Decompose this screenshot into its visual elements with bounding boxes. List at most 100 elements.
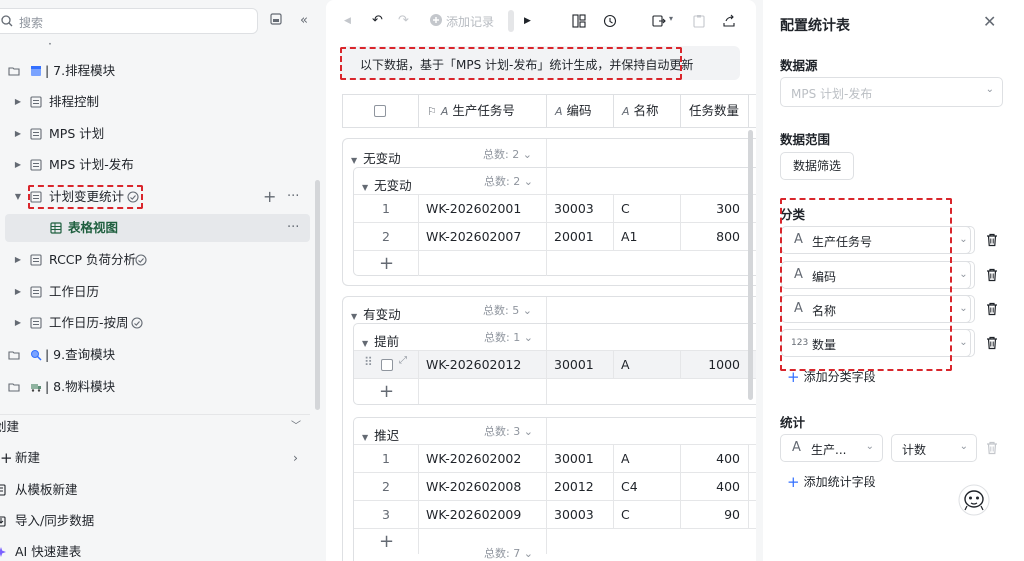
group-field-dropdown[interactable]: ⌄ [953, 329, 975, 357]
subgroup-count[interactable]: 总数: 3 ⌄ [484, 423, 533, 439]
subgroup-title[interactable]: ▼ 无变动 [362, 175, 412, 194]
more-icon[interactable]: ··· [287, 214, 299, 242]
subgroup-count[interactable]: 总数: 1 ⌄ [484, 329, 533, 345]
cell-code[interactable]: 20012 [554, 473, 613, 500]
field-config-icon[interactable] [572, 14, 586, 28]
add-row[interactable]: + [354, 528, 756, 554]
caret-right-icon[interactable]: ▶ [13, 246, 23, 274]
cell-name[interactable]: A [621, 445, 680, 472]
cell-code[interactable]: 20001 [554, 223, 613, 250]
chevron-down-icon[interactable]: ▾ [669, 14, 673, 23]
group-title[interactable]: ▼ 有变动 [351, 304, 401, 323]
drag-handle-icon[interactable]: ⠿ [364, 355, 373, 369]
trash-icon[interactable] [985, 268, 999, 282]
column-header-quantity[interactable]: 任务数量 [681, 95, 749, 127]
tree-item-work-calendar-weekly[interactable]: ▶ 工作日历-按周 [0, 309, 310, 337]
caret-right-icon[interactable]: ▶ [13, 309, 23, 337]
table-row[interactable]: 1 WK-202602001 30003 C 300 [354, 194, 756, 222]
redo-icon[interactable]: ↷ [398, 12, 409, 30]
group-count[interactable]: 总数: 2 ⌄ [483, 146, 532, 162]
stat-method-select[interactable]: 计数 ⌄ [891, 434, 977, 462]
search-input[interactable]: 搜索 [0, 8, 258, 34]
group-field-dropdown[interactable]: ⌄ [953, 261, 975, 289]
caret-down-icon[interactable]: ▼ [13, 183, 23, 211]
nav-back-icon[interactable]: ◀ [344, 12, 351, 30]
tree-item-schedule-control[interactable]: ▶ 排程控制 [0, 88, 310, 116]
assistant-bot-icon[interactable] [958, 484, 990, 516]
expand-row-icon[interactable]: ⤢ [399, 355, 407, 366]
group-title[interactable]: ▼ 无变动 [351, 148, 401, 167]
table-row[interactable]: 2 WK-202602007 20001 A1 800 [354, 222, 756, 250]
subgroup-title[interactable]: ▼ 推迟 [362, 425, 399, 444]
collapse-panel-icon[interactable] [268, 13, 284, 29]
cell-quantity[interactable]: 300 [680, 195, 748, 222]
cell-name[interactable]: A1 [621, 223, 680, 250]
nav-forward-icon[interactable]: ▶ [524, 12, 531, 30]
tree-item-work-calendar[interactable]: ▶ 工作日历 [0, 278, 310, 306]
more-icon[interactable]: ··· [287, 183, 299, 211]
add-row-icon[interactable]: + [379, 382, 394, 402]
column-header-code[interactable]: A 编码 [547, 95, 614, 127]
tree-item-mps-plan[interactable]: ▶ MPS 计划 [0, 120, 310, 148]
row-checkbox[interactable] [381, 359, 393, 371]
clipboard-icon[interactable] [693, 14, 705, 28]
group-field-dropdown[interactable]: ⌄ [953, 295, 975, 323]
add-icon[interactable]: + [263, 183, 276, 211]
double-chevron-left-icon[interactable]: « [296, 13, 312, 29]
cell-code[interactable]: 30003 [554, 501, 613, 528]
table-row[interactable]: 2 WK-202602008 20012 C4 400 [354, 472, 756, 500]
subgroup-title[interactable]: ▼ 提前 [362, 331, 399, 350]
caret-right-icon[interactable]: ▶ [13, 151, 23, 179]
add-stat-field-button[interactable]: + 添加统计字段 [787, 473, 876, 491]
select-all-checkbox[interactable] [374, 105, 386, 117]
cell-task-no[interactable]: WK-202602008 [426, 473, 546, 500]
trash-icon[interactable] [985, 302, 999, 316]
history-icon[interactable] [603, 14, 617, 28]
table-row[interactable]: ⠿ ⤢ WK-202602012 30001 A 1000 [354, 350, 756, 378]
group-field-dropdown[interactable]: ⌄ [953, 226, 975, 254]
cell-name[interactable]: C4 [621, 473, 680, 500]
from-template-item[interactable]: 从模板新建 [0, 476, 310, 504]
ai-build-item[interactable]: AI 快速建表 [0, 538, 310, 561]
grand-total[interactable]: 总数: 7 ⌄ [484, 545, 533, 561]
tree-folder-material[interactable]: | 8.物料模块 [0, 373, 310, 401]
cell-name[interactable]: C [621, 195, 680, 222]
grid-scrollbar[interactable] [748, 130, 753, 400]
add-row[interactable]: + [354, 250, 756, 276]
trash-icon[interactable] [985, 233, 999, 247]
cell-task-no[interactable]: WK-202602007 [426, 223, 546, 250]
caret-right-icon[interactable]: ▶ [13, 88, 23, 116]
create-section-header[interactable]: 创建 ﹀ [0, 413, 310, 441]
table-row[interactable]: 1 WK-202602002 30001 A 400 [354, 444, 756, 472]
column-header-name[interactable]: A 名称 [614, 95, 681, 127]
add-row-icon[interactable]: + [379, 254, 394, 274]
cell-quantity[interactable]: 1000 [680, 351, 748, 378]
tree-item-rccp[interactable]: ▶ RCCP 负荷分析 [0, 246, 310, 274]
subgroup-count[interactable]: 总数: 2 ⌄ [484, 173, 533, 189]
add-row-icon[interactable]: + [379, 532, 394, 552]
cell-code[interactable]: 30001 [554, 445, 613, 472]
share-icon[interactable] [722, 14, 736, 28]
cell-quantity[interactable]: 400 [680, 473, 748, 500]
tree-item-grid-view[interactable]: 表格视图 ··· [5, 214, 310, 242]
cell-name[interactable]: A [621, 351, 680, 378]
add-record-button[interactable]: 添加记录 [446, 13, 494, 30]
stat-field-select[interactable]: A 生产... ⌄ [780, 434, 883, 462]
column-header-task-no[interactable]: ⚐ A 生产任务号 [419, 95, 547, 127]
tree-item-mps-plan-release[interactable]: ▶ MPS 计划-发布 [0, 151, 310, 179]
new-item[interactable]: + 新建 › [0, 444, 310, 472]
cell-task-no[interactable]: WK-202602009 [426, 501, 546, 528]
data-filter-button[interactable]: 数据筛选 [780, 152, 855, 180]
table-row[interactable]: 3 WK-202602009 30003 C 90 [354, 500, 756, 528]
trash-icon[interactable] [985, 336, 999, 350]
cell-quantity[interactable]: 90 [680, 501, 748, 528]
undo-icon[interactable]: ↶ [372, 12, 383, 30]
cell-name[interactable]: C [621, 501, 680, 528]
close-icon[interactable]: ✕ [983, 12, 996, 31]
tree-folder-query[interactable]: | 9.查询模块 [0, 341, 310, 369]
group-count[interactable]: 总数: 5 ⌄ [483, 302, 532, 318]
caret-right-icon[interactable]: ▶ [13, 120, 23, 148]
export-icon[interactable] [652, 14, 666, 28]
cell-task-no[interactable]: WK-202602012 [426, 351, 546, 378]
add-row[interactable]: + [354, 378, 756, 404]
